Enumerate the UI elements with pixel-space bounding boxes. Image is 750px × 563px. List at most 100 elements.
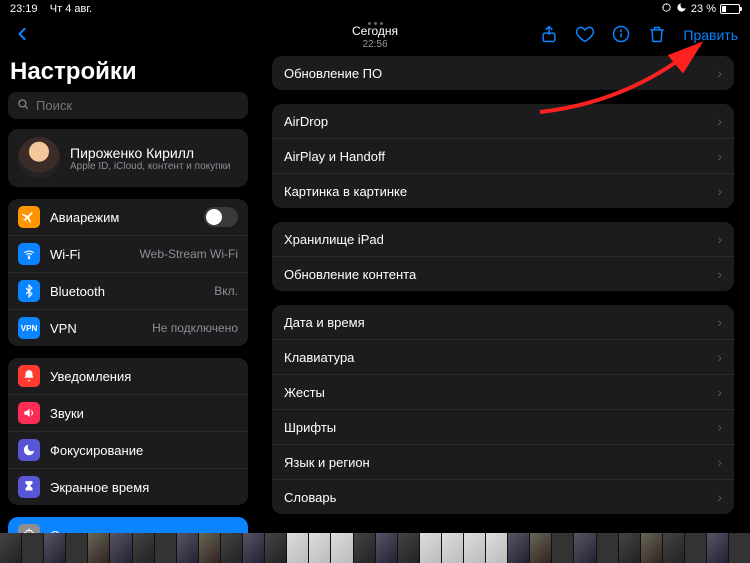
profile-card[interactable]: Пироженко Кирилл Apple ID, iCloud, конте… [8, 129, 248, 187]
thumbnail[interactable] [420, 533, 441, 563]
chevron-right-icon: › [717, 419, 722, 435]
bluetooth-row[interactable]: Bluetooth Вкл. [8, 272, 248, 309]
avatar [18, 137, 60, 179]
thumbnail[interactable] [464, 533, 485, 563]
airplay-label: AirPlay и Handoff [284, 149, 385, 164]
airplay-row[interactable]: AirPlay и Handoff› [272, 138, 734, 173]
bg-refresh-row[interactable]: Обновление контента› [272, 256, 734, 291]
thumbnail[interactable] [685, 533, 706, 563]
thumbnail[interactable] [133, 533, 154, 563]
thumbnail[interactable] [354, 533, 375, 563]
thumbnail[interactable] [287, 533, 308, 563]
gestures-row[interactable]: Жесты› [272, 374, 734, 409]
viewer-title: Сегодня [352, 25, 398, 38]
pip-row[interactable]: Картинка в картинке › [272, 173, 734, 208]
wifi-icon [18, 243, 40, 265]
sounds-row[interactable]: Звуки [8, 394, 248, 431]
thumbnail[interactable] [331, 533, 352, 563]
back-button[interactable] [12, 24, 32, 47]
thumbnail[interactable] [530, 533, 551, 563]
thumbnail[interactable] [265, 533, 286, 563]
sound-icon [18, 402, 40, 424]
thumbnail[interactable] [110, 533, 131, 563]
airplane-row[interactable]: Авиарежим [8, 199, 248, 235]
general-row[interactable]: Основные [8, 517, 248, 533]
sounds-label: Звуки [50, 406, 238, 421]
pip-label: Картинка в картинке [284, 184, 407, 199]
thumbnail[interactable] [155, 533, 176, 563]
thumbnail[interactable] [88, 533, 109, 563]
thumbnail[interactable] [0, 533, 21, 563]
thumbnail[interactable] [309, 533, 330, 563]
storage-label: Хранилище iPad [284, 232, 384, 247]
chevron-right-icon: › [717, 454, 722, 470]
focus-row[interactable]: Фокусирование [8, 431, 248, 468]
chevron-right-icon: › [717, 489, 722, 505]
datetime-row[interactable]: Дата и время › [272, 305, 734, 339]
wifi-row[interactable]: Wi-Fi Web-Stream Wi-Fi [8, 235, 248, 272]
thumbnail[interactable] [552, 533, 573, 563]
chevron-right-icon: › [717, 314, 722, 330]
software-update-row[interactable]: Обновление ПО › [272, 56, 734, 90]
lang-label: Язык и регион [284, 455, 370, 470]
datetime-label: Дата и время [284, 315, 365, 330]
thumbnail[interactable] [177, 533, 198, 563]
edit-button[interactable]: Править [683, 27, 738, 43]
notif-group: Уведомления Звуки Фокусирование Экранное… [8, 358, 248, 505]
chevron-right-icon: › [717, 113, 722, 129]
screentime-row[interactable]: Экранное время [8, 468, 248, 505]
bluetooth-icon [18, 280, 40, 302]
airplane-toggle[interactable] [204, 207, 238, 227]
chevron-right-icon: › [717, 183, 722, 199]
thumbnail[interactable] [619, 533, 640, 563]
bell-icon [18, 365, 40, 387]
bg-refresh-label: Обновление контента [284, 267, 416, 282]
trash-icon[interactable] [647, 24, 667, 47]
vpn-row[interactable]: VPN VPN Не подключено [8, 309, 248, 346]
vpn-value: Не подключено [152, 321, 238, 335]
battery-percent: 23 % [691, 3, 716, 15]
thumbnail[interactable] [574, 533, 595, 563]
keyboard-row[interactable]: Клавиатура› [272, 339, 734, 374]
moon-icon [18, 439, 40, 461]
bluetooth-value: Вкл. [214, 284, 238, 298]
airdrop-row[interactable]: AirDrop › [272, 104, 734, 138]
thumbnail[interactable] [442, 533, 463, 563]
thumbnail[interactable] [243, 533, 264, 563]
share-icon[interactable] [539, 24, 559, 47]
thumbnail[interactable] [221, 533, 242, 563]
focus-label: Фокусирование [50, 443, 238, 458]
thumbnail[interactable] [486, 533, 507, 563]
dict-row[interactable]: Словарь› [272, 479, 734, 514]
lang-row[interactable]: Язык и регион › [272, 444, 734, 479]
airdrop-label: AirDrop [284, 114, 328, 129]
gear-icon [18, 524, 40, 533]
search-input[interactable] [36, 98, 240, 113]
notifications-row[interactable]: Уведомления [8, 358, 248, 394]
thumbnail[interactable] [44, 533, 65, 563]
battery-icon [720, 4, 740, 14]
search-field[interactable] [8, 92, 248, 119]
software-update-label: Обновление ПО [284, 66, 382, 81]
thumbnail[interactable] [707, 533, 728, 563]
storage-row[interactable]: Хранилище iPad › [272, 222, 734, 256]
thumbnail[interactable] [508, 533, 529, 563]
fonts-row[interactable]: Шрифты› [272, 409, 734, 444]
general-content: Обновление ПО › AirDrop › AirPlay и Hando… [256, 52, 750, 533]
thumbnail[interactable] [641, 533, 662, 563]
thumbnail[interactable] [597, 533, 618, 563]
photo-toolbar: Сегодня 22:56 Править [0, 18, 750, 52]
info-icon[interactable] [611, 24, 631, 47]
chevron-right-icon: › [717, 231, 722, 247]
wifi-label: Wi-Fi [50, 247, 130, 262]
photo-filmstrip[interactable] [0, 533, 750, 563]
airplane-icon [18, 206, 40, 228]
thumbnail[interactable] [199, 533, 220, 563]
favorite-icon[interactable] [575, 24, 595, 47]
thumbnail[interactable] [66, 533, 87, 563]
thumbnail[interactable] [729, 533, 750, 563]
thumbnail[interactable] [22, 533, 43, 563]
thumbnail[interactable] [663, 533, 684, 563]
thumbnail[interactable] [398, 533, 419, 563]
thumbnail[interactable] [376, 533, 397, 563]
